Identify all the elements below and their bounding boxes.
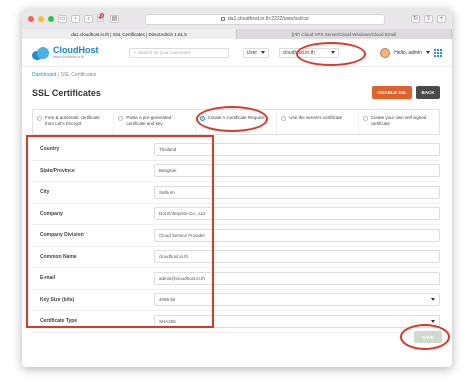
breadcrumb-current: / SSL Certificates [57,72,97,78]
address-bar[interactable]: da1.cloudhost.in.th:2222/user/ssl/csr [145,13,385,25]
maximize-window-icon[interactable] [48,16,54,22]
reload-icon[interactable]: ↻ [411,15,420,23]
tab-cloudhost[interactable]: [เช่า Cloud VPS Server/Cloud Windows/Clo… [237,29,452,39]
share-icon[interactable]: ⇪ [424,15,433,23]
search-icon: ⌕ [133,50,137,55]
breadcrumb: Dashboard / SSL Certificates [32,72,96,78]
breadcrumb-dashboard[interactable]: Dashboard [32,72,56,78]
lock-icon [220,17,225,21]
radio-self-signed[interactable] [362,116,368,121]
minimize-window-icon[interactable] [38,16,44,22]
apps-grid-icon[interactable] [434,48,442,57]
option-self-signed[interactable]: Create your own self signed certificate [359,110,439,134]
option-letsencrypt[interactable]: Free & automatic certificate from Let's … [33,110,115,134]
back-button[interactable]: BACK [416,86,440,99]
option-label: Use the server's certificate [289,115,343,120]
page-title: SSL Certificates [32,88,101,98]
search-placeholder: Search for your command [138,50,190,55]
annotation-form-rect [26,135,214,328]
tab-label: [เช่า Cloud VPS Server/Cloud Windows/Clo… [291,31,397,37]
user-level-value: User [246,49,258,56]
avatar [380,47,391,58]
new-tab-icon[interactable]: + [437,15,446,23]
option-paste[interactable]: Paste a pre-generated certificate and ke… [114,110,196,134]
sidebar-toggle-icon[interactable]: ▭ [58,15,67,23]
app-header: CloudHost www.cloudhost.in.th ⌕ Search f… [22,39,452,67]
search-input[interactable]: ⌕ Search for your command [128,47,229,58]
tab-bar: da1.cloudhost.in.th | SSL Certificates |… [22,29,452,39]
chevron-down-icon [426,51,430,54]
greeting-text: Hello, admin [394,49,422,56]
annotation-save-oval [400,324,450,350]
brand-subtitle: www.cloudhost.in.th [53,55,84,59]
close-window-icon[interactable] [28,16,34,22]
chevron-down-icon [431,298,435,302]
notification-icon[interactable]: ◈ 3 [97,13,106,23]
cloud-logo-icon [32,46,50,60]
user-menu[interactable]: Hello, admin [380,47,442,58]
user-level-select[interactable]: User [242,47,269,58]
brand-logo[interactable]: CloudHost www.cloudhost.in.th [32,46,99,60]
extension-icon[interactable]: ▤ [110,15,119,23]
chevron-down-icon [260,51,265,54]
tab-label: da1.cloudhost.in.th | SSL Certificates |… [71,31,187,37]
chevron-down-icon [431,319,435,323]
disable-ssl-button[interactable]: DISABLE SSL [372,86,412,99]
browser-titlebar: ▭ ‹ › ◈ 3 ▤ da1.cloudhost.in.th:2222/use… [22,9,452,29]
annotation-domain-oval [296,42,366,66]
radio-letsencrypt[interactable] [37,116,42,121]
option-label: Create your own self signed certificate [370,115,427,126]
url-text: da1.cloudhost.in.th:2222/user/ssl/csr [227,16,310,22]
option-server-cert[interactable]: Use the server's certificate [277,110,359,134]
tab-directadmin[interactable]: da1.cloudhost.in.th | SSL Certificates |… [22,29,237,39]
annotation-option-oval [196,106,268,132]
radio-paste[interactable] [118,116,124,121]
brand-name: CloudHost [53,45,99,55]
back-arrow-icon[interactable]: ‹ [71,15,80,23]
option-label: Free & automatic certificate from Let's … [45,115,100,126]
radio-server-cert[interactable] [281,116,287,121]
forward-arrow-icon[interactable]: › [84,15,93,23]
option-label: Paste a pre-generated certificate and ke… [126,115,172,126]
